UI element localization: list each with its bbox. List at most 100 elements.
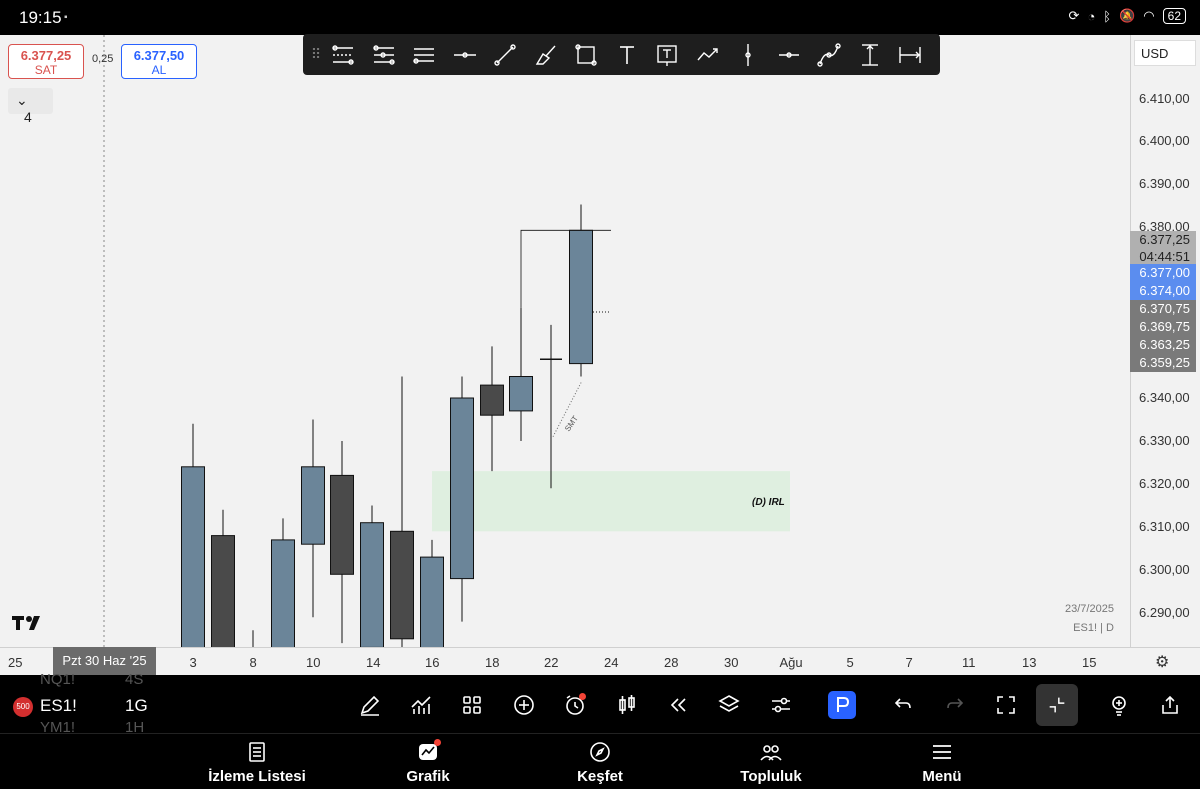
price-tag: 6.377,00: [1130, 264, 1196, 282]
irl-zone: [432, 471, 790, 532]
sync-icon: ⟳: [1068, 8, 1080, 23]
time-axis-label: 15: [1082, 655, 1097, 670]
candle-body: [211, 535, 235, 647]
nav-chart[interactable]: Grafik: [400, 739, 456, 785]
interval-selector[interactable]: 1G: [125, 696, 148, 716]
candle-body: [450, 397, 474, 580]
wifi-icon: ◠: [1143, 8, 1155, 23]
bottom-toolbar: NQ1! 4S 500 ES1! 1G YM1! 1H: [0, 671, 1200, 736]
ideas-bulb-icon[interactable]: [1105, 691, 1133, 719]
drag-handle-icon[interactable]: ⠿: [309, 46, 323, 63]
buy-button[interactable]: 6.377,50 AL: [121, 44, 197, 79]
indicators-icon[interactable]: [407, 691, 435, 719]
nav-explore[interactable]: Keşfet: [574, 740, 626, 785]
notification-icon: ▪: [64, 12, 68, 23]
reference-line: [520, 229, 611, 308]
collapse-icon: [1049, 697, 1065, 713]
price-axis-label: 6.300,00: [1139, 562, 1190, 577]
candle-body: [569, 229, 593, 365]
rectangle-icon[interactable]: [566, 34, 607, 75]
collapse-chart-button[interactable]: [1036, 684, 1078, 726]
time-axis-label: 10: [306, 655, 321, 670]
price-axis-label: 6.330,00: [1139, 433, 1190, 448]
price-tag: 6.359,25: [1130, 354, 1196, 372]
price-axis-label: 6.310,00: [1139, 519, 1190, 534]
nav-explore-label: Keşfet: [577, 768, 623, 785]
undo-icon[interactable]: [889, 691, 917, 719]
replay-icon[interactable]: [664, 691, 692, 719]
alarm-icon[interactable]: [561, 691, 589, 719]
time-axis-label: 3: [189, 655, 197, 670]
redo-icon[interactable]: [941, 691, 969, 719]
price-range-icon[interactable]: [850, 34, 891, 75]
price-axis-label: 6.410,00: [1139, 91, 1190, 106]
candlestick-chart[interactable]: (D) IRL SMT: [0, 35, 1130, 647]
time-axis-label: 30: [724, 655, 739, 670]
time-axis-label: 5: [846, 655, 854, 670]
battery-indicator: 62: [1162, 8, 1186, 24]
buy-label: AL: [151, 63, 167, 77]
nav-community[interactable]: Topluluk: [738, 740, 804, 785]
speed-icon: ◔: [1087, 8, 1096, 24]
settings-sliders-icon[interactable]: [767, 691, 795, 719]
share-icon[interactable]: [1156, 691, 1184, 719]
nav-watchlist[interactable]: İzleme Listesi: [206, 740, 308, 785]
price-tag: 6.377,25: [1130, 231, 1196, 249]
time-axis-label: Ağu: [779, 655, 803, 670]
horizontal-line-icon[interactable]: [445, 34, 486, 75]
status-bar: 19:15 ▪ ⟳ ◔ ᛒ 🔕 ◠ 62: [0, 0, 1200, 35]
smt-label: SMT: [563, 414, 580, 433]
time-axis-label: 25: [8, 655, 23, 670]
vertical-line-icon[interactable]: [728, 34, 769, 75]
time-axis-label: 16: [425, 655, 440, 670]
time-axis[interactable]: [0, 647, 1200, 675]
indicator-collapse-button[interactable]: ⌄ 4: [8, 88, 53, 125]
date-range-icon[interactable]: [890, 34, 931, 75]
horizontal-ray-icon[interactable]: [769, 34, 810, 75]
candle-body: [271, 539, 295, 647]
symbol-badge: 500: [13, 697, 33, 717]
text-icon[interactable]: [607, 34, 648, 75]
add-icon[interactable]: [510, 691, 538, 719]
watchlist-ghost-above-interval: 4S: [125, 671, 144, 688]
price-tag: 6.363,25: [1130, 336, 1196, 354]
time-axis-label: 14: [366, 655, 381, 670]
nav-menu-label: Menü: [922, 768, 962, 785]
watchlist-icon: [249, 742, 265, 762]
fib-extension-icon[interactable]: [364, 34, 405, 75]
fullscreen-icon[interactable]: [992, 691, 1020, 719]
drawing-toolbar: ⠿: [303, 34, 940, 75]
candle-body: [420, 556, 444, 647]
bluetooth-icon: ᛒ: [1103, 8, 1112, 24]
brush-icon[interactable]: [526, 34, 567, 75]
candle-body: [509, 376, 533, 412]
chart-settings-icon[interactable]: ⚙: [1155, 652, 1169, 672]
pine-editor-icon[interactable]: [828, 691, 856, 719]
symbol-selector[interactable]: ES1!: [40, 696, 77, 716]
pencil-icon[interactable]: [356, 691, 384, 719]
layers-icon[interactable]: [715, 691, 743, 719]
nav-menu[interactable]: Menü: [918, 740, 966, 785]
time-axis-label: 7: [905, 655, 913, 670]
price-axis-label: 6.290,00: [1139, 605, 1190, 620]
sell-price: 6.377,25: [20, 48, 72, 63]
templates-icon[interactable]: [458, 691, 486, 719]
currency-selector[interactable]: USD: [1134, 40, 1196, 66]
buy-price: 6.377,50: [133, 48, 185, 63]
fib-retracement-icon[interactable]: [323, 34, 364, 75]
watchlist-ghost-above: NQ1!: [40, 671, 76, 688]
time-axis-label: 11: [962, 655, 976, 670]
curve-icon[interactable]: [809, 34, 850, 75]
trend-line-icon[interactable]: [485, 34, 526, 75]
sell-button[interactable]: 6.377,25 SAT: [8, 44, 84, 79]
tradingview-logo: [12, 614, 46, 637]
candle-type-icon[interactable]: [613, 691, 641, 719]
text-box-icon[interactable]: [647, 34, 688, 75]
chart-date-label: 23/7/2025: [1065, 603, 1114, 615]
spread-value: 0,25: [92, 53, 114, 65]
time-axis-label: 8: [249, 655, 257, 670]
path-icon[interactable]: [688, 34, 729, 75]
parallel-channel-icon[interactable]: [404, 34, 445, 75]
time-axis-label: 28: [664, 655, 679, 670]
clock: 19:15: [19, 8, 62, 27]
